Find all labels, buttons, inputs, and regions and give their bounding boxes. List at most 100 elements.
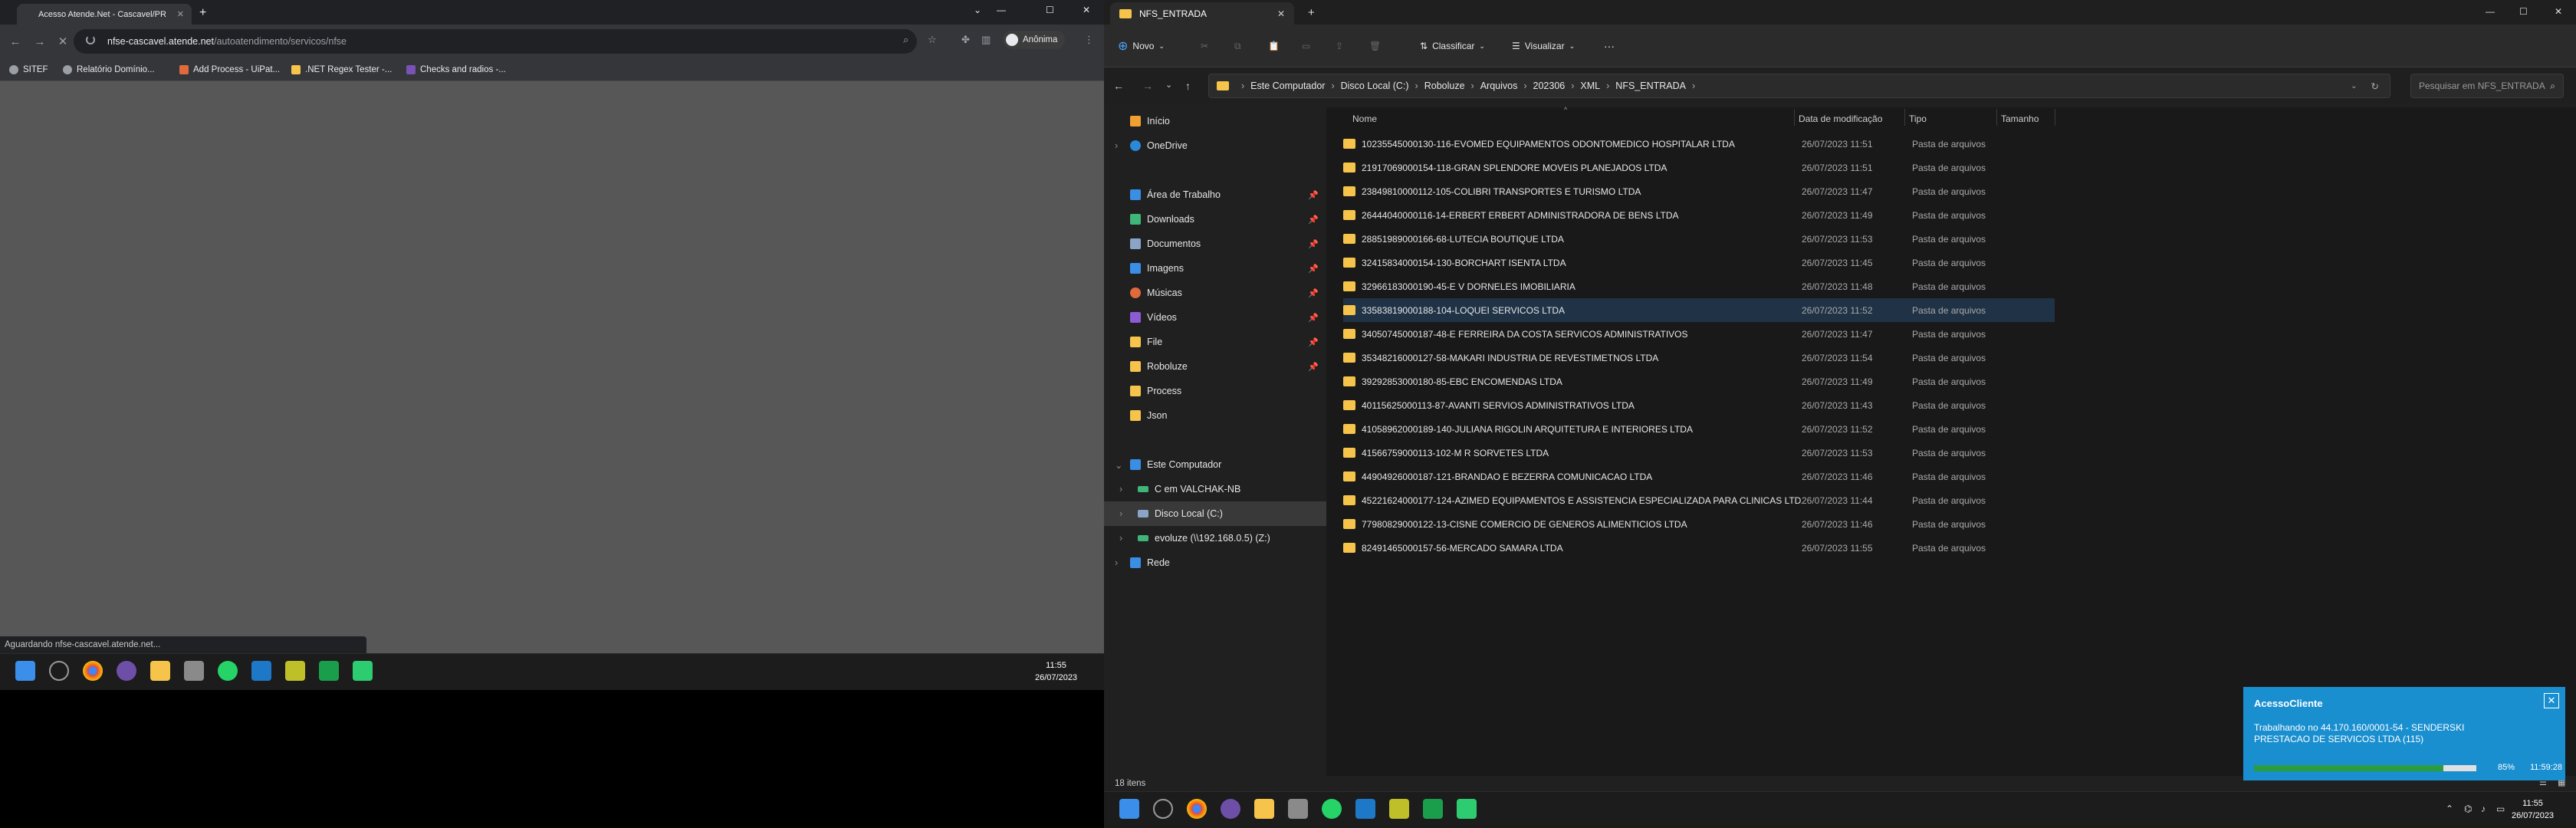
app-s-icon[interactable] (251, 661, 271, 681)
back-icon[interactable]: ← (6, 32, 25, 51)
column-divider[interactable] (1904, 109, 1905, 126)
view-button[interactable]: ☰ Visualizar ⌄ (1512, 37, 1575, 55)
pin-icon[interactable]: 📌 (1308, 215, 1319, 225)
table-row[interactable]: 39292853000180-85-EBC ENCOMENDAS LTDA 26/… (1343, 370, 2055, 393)
nav-item-pictures[interactable]: Imagens 📌 (1104, 256, 1326, 281)
close-button[interactable]: ✕ (1083, 5, 1090, 15)
star-icon[interactable]: ☆ (928, 34, 937, 46)
delete-icon[interactable]: 🗑 (1369, 37, 1381, 55)
github-icon[interactable] (117, 661, 136, 681)
table-row[interactable]: 26444040000116-14-ERBERT ERBERT ADMINIST… (1343, 203, 2055, 227)
nav-item-roboluze[interactable]: Roboluze 📌 (1104, 354, 1326, 379)
chevron-down-icon[interactable]: ⌄ (1165, 80, 1172, 90)
maximize-button[interactable]: ☐ (1046, 5, 1054, 15)
table-row[interactable]: 32966183000190-45-E V DORNELES IMOBILIAR… (1343, 274, 2055, 298)
column-header-name[interactable]: Nome (1352, 113, 1377, 124)
widgets-icon[interactable] (1153, 799, 1173, 819)
table-row[interactable]: 82491465000157-56-MERCADO SAMARA LTDA 26/… (1343, 536, 2055, 560)
forward-icon[interactable]: → (31, 32, 49, 51)
file-explorer-icon[interactable] (150, 661, 170, 681)
up-icon[interactable]: ↑ (1185, 80, 1191, 92)
battery-icon[interactable]: ▭ (2496, 803, 2505, 814)
table-row[interactable]: 28851989000166-68-LUTECIA BOUTIQUE LTDA 2… (1343, 227, 2055, 251)
chrome-icon[interactable] (83, 661, 103, 681)
windows-start-icon[interactable] (15, 661, 35, 681)
pin-icon[interactable]: 📌 (1308, 239, 1319, 249)
notepad-icon[interactable] (184, 661, 204, 681)
table-row[interactable]: 34050745000187-48-E FERREIRA DA COSTA SE… (1343, 322, 2055, 346)
column-divider[interactable] (1794, 109, 1795, 126)
table-row[interactable]: 44904926000187-121-BRANDAO E BEZERRA COM… (1343, 465, 2055, 488)
rename-icon[interactable]: ▭ (1302, 37, 1310, 55)
close-icon[interactable]: ✕ (2544, 693, 2559, 708)
sort-button[interactable]: ⇅ Classificar ⌄ (1420, 37, 1485, 55)
nav-item-file[interactable]: File 📌 (1104, 330, 1326, 354)
share-icon[interactable]: ⇪ (1336, 37, 1343, 55)
chevron-down-icon[interactable]: ⌄ (974, 5, 981, 15)
chrome-tab[interactable]: Acesso Atende.Net - Cascavel/PR ✕ (17, 4, 192, 25)
network-icon[interactable]: ⌬ (2464, 803, 2472, 814)
nav-item-process[interactable]: Process (1104, 379, 1326, 403)
pin-icon[interactable]: 📌 (1308, 288, 1319, 298)
nav-item-local-disk[interactable]: › Disco Local (C:) (1104, 501, 1326, 526)
column-header-type[interactable]: Tipo (1909, 113, 1927, 124)
pin-icon[interactable]: 📌 (1308, 337, 1319, 347)
table-row[interactable]: 32415834000154-130-BORCHART ISENTA LTDA 2… (1343, 251, 2055, 274)
excel-icon[interactable] (1423, 799, 1443, 819)
breadcrumb-item[interactable]: 202306 (1533, 80, 1566, 91)
minimize-button[interactable]: — (997, 5, 1006, 15)
more-button[interactable]: ··· (1604, 37, 1615, 55)
nav-item-music[interactable]: Músicas 📌 (1104, 281, 1326, 305)
explorer-tab[interactable]: NFS_ENTRADA ✕ (1110, 2, 1294, 25)
pin-icon[interactable]: 📌 (1308, 264, 1319, 274)
breadcrumb-item[interactable]: Roboluze (1424, 80, 1465, 91)
close-icon[interactable]: ✕ (177, 9, 184, 19)
bookmark-item[interactable]: .NET Regex Tester -... (291, 61, 392, 78)
volume-icon[interactable]: ♪ (2481, 803, 2486, 814)
forward-icon[interactable]: → (1142, 80, 1153, 92)
nav-item-this-pc[interactable]: ⌄ Este Computador (1104, 452, 1326, 477)
nav-item-evoluze[interactable]: › evoluze (\\192.168.0.5) (Z:) (1104, 526, 1326, 550)
taskbar-clock[interactable]: 11:55 26/07/2023 (2512, 797, 2554, 822)
new-button[interactable]: ⊕ Novo ⌄ (1118, 37, 1165, 55)
breadcrumb-item[interactable]: NFS_ENTRADA (1615, 80, 1686, 91)
app-green-icon[interactable] (353, 661, 373, 681)
stop-icon[interactable]: ✕ (54, 32, 72, 51)
breadcrumb-item[interactable]: Arquivos (1480, 80, 1518, 91)
chevron-down-icon[interactable]: ⌄ (1115, 459, 1130, 471)
search-icon[interactable]: ⌕ (903, 34, 909, 46)
nav-item-inicio[interactable]: Início (1104, 109, 1326, 133)
column-header-size[interactable]: Tamanho (2001, 113, 2039, 124)
breadcrumb[interactable]: › Este Computador › Disco Local (C:) › Robo… (1208, 74, 2390, 98)
chrome-icon[interactable] (1187, 799, 1207, 819)
profile-button[interactable]: Anônima (1003, 31, 1066, 49)
sidepanel-icon[interactable]: ▥ (981, 34, 991, 46)
search-input[interactable]: Pesquisar em NFS_ENTRADA ⌕ (2410, 74, 2564, 98)
chevron-right-icon[interactable]: › (1119, 508, 1138, 519)
table-row[interactable]: 40115625000113-87-AVANTI SERVIOS ADMINIS… (1343, 393, 2055, 417)
bookmark-item[interactable]: Add Process - UiPat... (179, 61, 280, 78)
excel-icon[interactable] (319, 661, 339, 681)
app-green-icon[interactable] (1457, 799, 1477, 819)
table-row[interactable]: 21917069000154-118-GRAN SPLENDORE MOVEIS… (1343, 156, 2055, 179)
table-row[interactable]: 10235545000130-116-EVOMED EQUIPAMENTOS O… (1343, 132, 2055, 156)
taskbar-clock[interactable]: 11:55 26/07/2023 (1035, 659, 1077, 684)
minimize-button[interactable]: — (2486, 6, 2495, 17)
copy-icon[interactable]: ⧉ (1234, 37, 1241, 55)
nav-item-documents[interactable]: Documentos 📌 (1104, 232, 1326, 256)
chevron-up-icon[interactable]: ⌃ (2446, 803, 2453, 814)
new-tab-button[interactable]: + (199, 6, 206, 20)
cut-icon[interactable]: ✂ (1201, 37, 1208, 55)
bookmark-item[interactable]: Checks and radios -... (406, 61, 506, 78)
bookmark-item[interactable]: SITEF (9, 61, 48, 78)
paste-icon[interactable]: 📋 (1268, 37, 1280, 55)
table-row[interactable]: 41566759000113-102-M R SORVETES LTDA 26/0… (1343, 441, 2055, 465)
app-s-icon[interactable] (1355, 799, 1375, 819)
table-row[interactable]: 23849810000112-105-COLIBRI TRANSPORTES E… (1343, 179, 2055, 203)
pin-icon[interactable]: 📌 (1308, 190, 1319, 200)
new-tab-button[interactable]: + (1308, 6, 1315, 19)
chevron-right-icon[interactable]: › (1119, 484, 1138, 495)
column-header-date[interactable]: Data de modificação (1799, 113, 1882, 124)
close-icon[interactable]: ✕ (1277, 8, 1285, 19)
breadcrumb-item[interactable]: XML (1580, 80, 1600, 91)
